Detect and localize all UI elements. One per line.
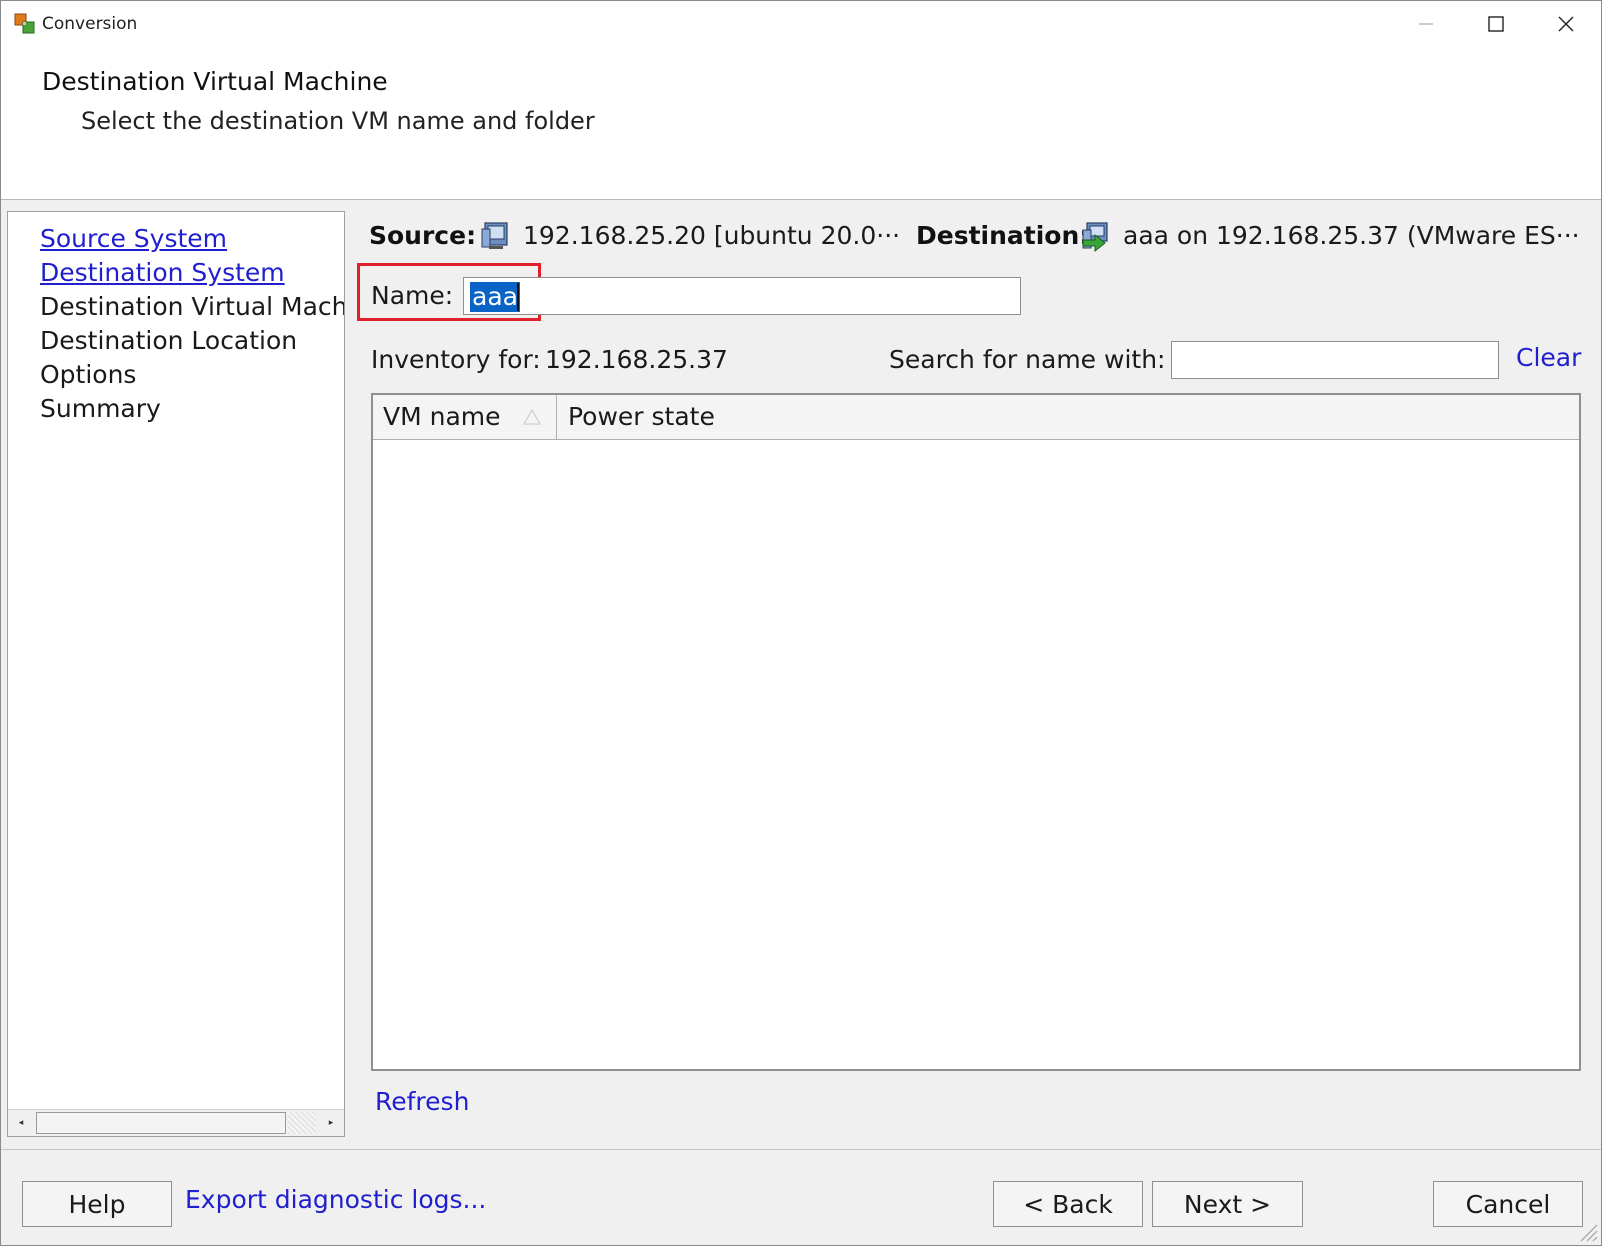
- wizard-steps-list: Source System Destination System Destina…: [40, 222, 345, 426]
- converter-app-icon: [14, 13, 35, 34]
- inventory-host: 192.168.25.37: [545, 345, 728, 374]
- step-destination-location: Destination Location: [40, 326, 298, 355]
- vm-name-selected-text: aaa: [470, 282, 520, 312]
- clear-link[interactable]: Clear: [1516, 343, 1581, 372]
- next-button[interactable]: Next >: [1152, 1181, 1303, 1227]
- minimize-icon: [1419, 23, 1433, 25]
- inventory-label: Inventory for:: [371, 345, 541, 374]
- title-bar: Conversion: [1, 1, 1601, 47]
- export-diagnostic-logs-link[interactable]: Export diagnostic logs...: [185, 1185, 486, 1214]
- step-source-system[interactable]: Source System: [40, 222, 344, 256]
- resize-grip-icon[interactable]: [1575, 1219, 1599, 1243]
- scroll-right-arrow-icon[interactable]: ▸: [318, 1110, 344, 1136]
- cancel-button[interactable]: Cancel: [1433, 1181, 1583, 1227]
- text-caret: [517, 283, 519, 311]
- minimize-button[interactable]: [1403, 7, 1449, 41]
- destination-value: aaa on 192.168.25.37 (VMware ES···: [1123, 221, 1580, 250]
- search-name-input[interactable]: [1171, 341, 1499, 379]
- destination-label: Destination:: [916, 221, 1090, 250]
- column-header-vm-name[interactable]: VM name: [373, 395, 557, 439]
- refresh-link[interactable]: Refresh: [375, 1087, 469, 1116]
- page-title: Destination Virtual Machine: [42, 67, 388, 96]
- window-title: Conversion: [42, 14, 138, 34]
- vm-name-input[interactable]: aaa: [463, 277, 1021, 315]
- wizard-steps-panel: Source System Destination System Destina…: [7, 211, 345, 1137]
- steps-horizontal-scrollbar[interactable]: ◂ ▸: [8, 1109, 344, 1136]
- step-summary: Summary: [40, 394, 161, 423]
- column-header-power-state[interactable]: Power state: [558, 395, 958, 439]
- name-label: Name:: [371, 281, 454, 310]
- table-header: VM name Power state: [373, 395, 1579, 440]
- step-options: Options: [40, 360, 137, 389]
- inventory-table[interactable]: VM name Power state: [371, 393, 1581, 1071]
- scrollbar-thumb[interactable]: [36, 1112, 286, 1134]
- search-label: Search for name with:: [889, 345, 1166, 374]
- step-destination-system[interactable]: Destination System: [40, 256, 344, 290]
- back-button[interactable]: < Back: [993, 1181, 1143, 1227]
- page-subtitle: Select the destination VM name and folde…: [81, 107, 595, 135]
- virtual-machine-destination-icon: [1082, 222, 1108, 253]
- help-button[interactable]: Help: [22, 1181, 172, 1227]
- column-header-vm-name-label: VM name: [383, 402, 501, 431]
- step-destination-virtual-machine: Destination Virtual Mach: [40, 292, 345, 321]
- source-label: Source:: [369, 221, 477, 250]
- footer-separator: [1, 1149, 1601, 1150]
- close-button[interactable]: [1543, 7, 1589, 41]
- wizard-header: Destination Virtual Machine Select the d…: [1, 47, 1601, 200]
- maximize-button[interactable]: [1473, 7, 1519, 41]
- maximize-icon: [1488, 16, 1504, 32]
- sort-ascending-icon: [522, 408, 542, 425]
- conversion-window: Conversion Destination Virtual Machine S…: [0, 0, 1602, 1246]
- scrollbar-track[interactable]: [288, 1112, 316, 1134]
- source-value: 192.168.25.20 [ubuntu 20.0···: [523, 221, 901, 250]
- scroll-left-arrow-icon[interactable]: ◂: [8, 1110, 34, 1136]
- close-icon: [1558, 16, 1574, 32]
- physical-machine-icon: [481, 222, 508, 249]
